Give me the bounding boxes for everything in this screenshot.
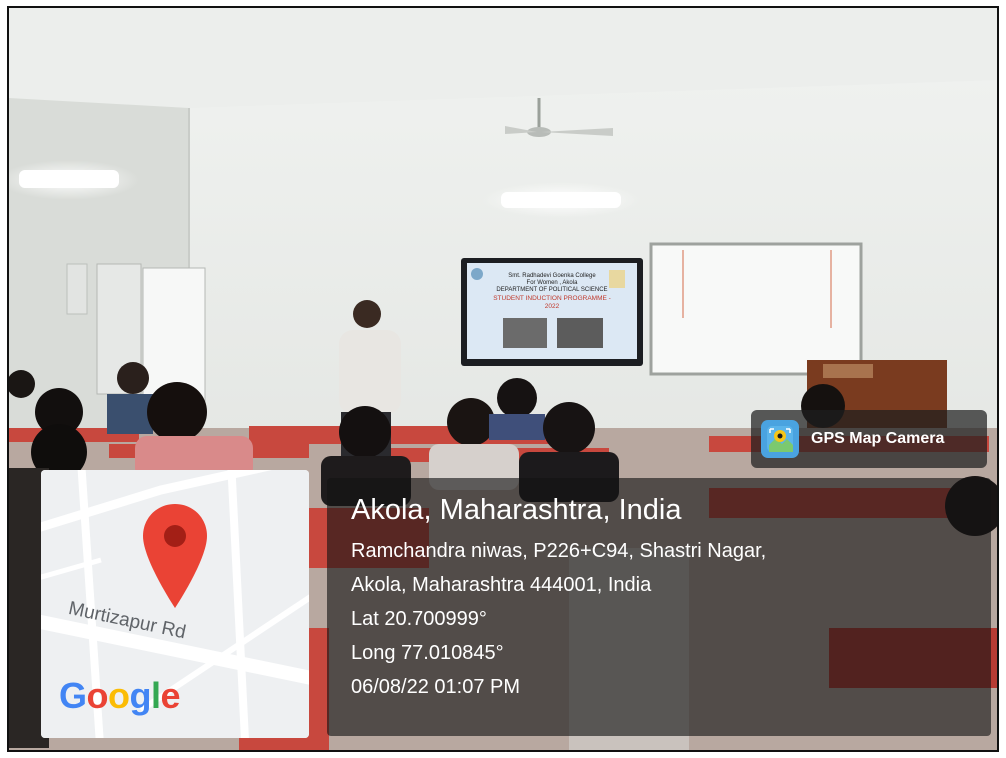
address-line-2: Akola, Maharashtra 444001, India: [351, 574, 652, 596]
slide-college2: For Women , Akola: [527, 280, 579, 286]
date-time: 06/08/22 01:07 PM: [351, 676, 521, 698]
google-logo-letter: g: [129, 675, 152, 716]
slide-year: 2022: [545, 303, 560, 310]
slide-college: Smt. Radhadevi Goenka College: [508, 273, 596, 279]
google-logo-letter: o: [86, 675, 109, 716]
location-title: Akola, Maharashtra, India: [351, 494, 682, 526]
gps-map-camera-badge: GPS Map Camera: [751, 410, 987, 468]
map-thumbnail: Murtizapur Rd Google: [41, 470, 309, 738]
slide-department: DEPARTMENT OF POLITICAL SCIENCE: [496, 287, 607, 293]
google-logo-letter: o: [108, 675, 130, 716]
google-logo-letter: e: [160, 675, 181, 716]
location-info-panel: Akola, Maharashtra, India Ramchandra niw…: [327, 478, 991, 736]
google-logo-letter: G: [59, 675, 87, 716]
photo-frame: Smt. Radhadevi Goenka College For Women …: [7, 6, 999, 752]
latitude: Lat 20.700999°: [351, 608, 487, 630]
slide-programme: STUDENT INDUCTION PROGRAMME -: [493, 295, 611, 302]
gps-camera-icon: [761, 420, 799, 458]
google-logo-letter: l: [151, 675, 161, 716]
address-line-1: Ramchandra niwas, P226+C94, Shastri Naga…: [351, 540, 767, 562]
longitude: Long 77.010845°: [351, 642, 504, 664]
gps-map-camera-label: GPS Map Camera: [811, 430, 945, 447]
google-logo: Google: [59, 675, 181, 717]
map-pin-icon: [143, 504, 207, 608]
